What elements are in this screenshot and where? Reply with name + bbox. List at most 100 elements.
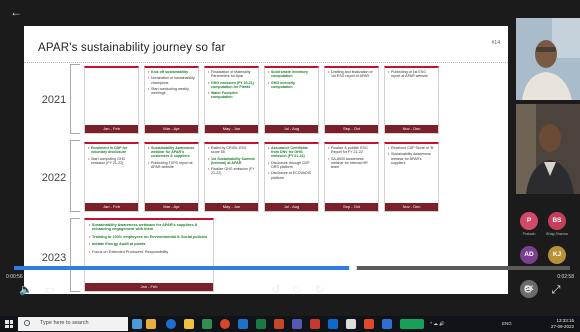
video-area[interactable]: ← APAR's sustainability journey so far #…	[0, 0, 580, 316]
milestone-item: Training to 100% employees on Environmen…	[89, 235, 209, 240]
month-label: Mar - Apr	[145, 203, 198, 211]
search-placeholder: Type here to search	[40, 320, 89, 326]
milestone-list: Enrolment in CDP for voluntary disclosur…	[85, 144, 138, 165]
app-icon[interactable]	[382, 319, 392, 329]
video-progress-bar[interactable]	[14, 264, 570, 272]
app-icon[interactable]	[346, 319, 356, 329]
excel-icon[interactable]	[256, 319, 266, 329]
milestone-item: Sustainability Awareness webinars for AP…	[89, 223, 209, 232]
rewind-10-icon[interactable]: ↺	[268, 284, 284, 296]
teams-icon[interactable]	[292, 319, 302, 329]
participant-avatar[interactable]: P	[520, 212, 538, 230]
month-label: Nov - Dec	[385, 203, 438, 211]
milestone-item: Solid waste inventory computation	[268, 70, 316, 78]
search-icon	[24, 320, 30, 326]
milestone-list: Assurance Certificate from DNV for GHG e…	[265, 144, 318, 180]
settings-icon[interactable]: ⚙	[520, 284, 536, 296]
milestone-item: Initiate Energy Audit at plants	[89, 242, 209, 247]
milestone-item: Received CDP Score of 'B'	[388, 146, 436, 150]
month-label: Nov - Dec	[385, 125, 438, 133]
task-view-icon[interactable]	[132, 319, 142, 329]
milestone-item: Publishing of 1st ESG report at APAR web…	[388, 70, 436, 78]
chrome-icon[interactable]	[220, 319, 230, 329]
clock-date: 27-09-2022	[550, 323, 574, 329]
play-icon[interactable]: ▷	[290, 284, 306, 296]
milestone-item: Start conducting weekly meetings	[148, 87, 196, 95]
milestone-item: SA-8000 Awareness webinar for internal H…	[328, 157, 376, 170]
participant-name: Bhag Sharma	[546, 232, 568, 236]
timeline-card: Kick off sustainability Nomination of sus…	[144, 66, 199, 134]
milestone-item: Nomination of sustainability champions	[148, 76, 196, 84]
taskbar-search-box[interactable]: Type here to search	[18, 317, 128, 331]
milestone-item: Sustainability Awareness webinar for APA…	[148, 146, 196, 159]
month-label: May - Jun	[205, 203, 258, 211]
participant-video-1[interactable]	[516, 18, 580, 100]
timeline-card: Finalize & publish ESG Report for FY 21-…	[324, 142, 379, 212]
tray-icons[interactable]: ^ ☁ 🔊	[430, 321, 445, 327]
timeline-card: Publishing of 1st ESG report at APAR web…	[384, 66, 439, 134]
milestone-list: Finalize & publish ESG Report for FY 21-…	[325, 144, 378, 169]
timeline-card-2023: Sustainability Awareness webinars for AP…	[84, 218, 214, 292]
participant-avatar[interactable]: AD	[520, 246, 538, 264]
milestone-list: Publishing of 1st ESG report at APAR web…	[385, 68, 438, 78]
fullscreen-icon[interactable]: ⤢	[548, 284, 564, 296]
powerpoint-icon[interactable]	[274, 319, 284, 329]
app-icon[interactable]	[202, 319, 212, 329]
month-label: Jan - Feb	[85, 125, 138, 133]
volume-icon[interactable]: 🔈	[18, 284, 34, 296]
language-indicator[interactable]: ENG	[502, 321, 512, 326]
milestone-list: Drafting and finalization of 1st ESG rep…	[325, 68, 378, 78]
month-label: Sep - Oct	[325, 203, 378, 211]
app-icon[interactable]	[146, 319, 156, 329]
month-label: Jul - Aug	[265, 125, 318, 133]
screen: ← APAR's sustainability journey so far #…	[0, 0, 580, 332]
person-video-icon-2	[516, 104, 580, 194]
file-explorer-icon[interactable]	[184, 319, 194, 329]
month-label: Jan - Feb	[85, 203, 138, 211]
back-arrow-icon[interactable]: ←	[10, 6, 22, 18]
participant-video-2[interactable]	[516, 104, 580, 194]
milestone-item: Kick off sustainability	[148, 70, 196, 74]
slide-number: #14	[491, 40, 500, 46]
milestone-item: Publishing TCFD report at APAR website	[148, 161, 196, 169]
participant-avatar[interactable]: BS	[548, 212, 566, 230]
clock[interactable]: 13:33:16 27-09-2022	[551, 318, 574, 329]
windows-start-icon[interactable]	[5, 320, 13, 328]
milestone-item: Focus on Extended Producers' Responsibil…	[89, 250, 209, 255]
month-label: Jul - Aug	[265, 203, 318, 211]
participant-avatar[interactable]: KJ	[548, 246, 566, 264]
milestone-item: Finalization of Materiality Parameters f…	[208, 70, 256, 78]
word-icon[interactable]	[238, 319, 248, 329]
timeline-card: Drafting and finalization of 1st ESG rep…	[324, 66, 379, 134]
milestone-list: Rated by CRISIL ESG score 55 1st Sustaina…	[205, 144, 258, 176]
milestone-item: Finalize GHG emission (FY 21-22)	[208, 167, 256, 175]
milestone-item: Assurance Certificate from DNV for GHG e…	[268, 146, 316, 159]
milestone-item: Sustainability Awareness webinar for APA…	[388, 152, 436, 165]
captions-icon[interactable]: ▭	[42, 284, 58, 296]
month-label: May - Jun	[205, 125, 258, 133]
progress-fill	[14, 266, 354, 270]
milestone-list: Sustainability Awareness webinars for AP…	[85, 220, 213, 260]
milestone-item: Disclosure through CDP ORS platform	[268, 161, 316, 169]
outlook-icon[interactable]	[328, 319, 338, 329]
milestone-item: Drafting and finalization of 1st ESG rep…	[328, 70, 376, 78]
milestone-list: Solid waste inventory computation GHG int…	[265, 68, 318, 89]
acrobat-icon[interactable]	[310, 319, 320, 329]
milestone-item: GHG emission (FY 20-21) computation for …	[208, 81, 256, 89]
participant-name: Prakash	[522, 232, 536, 236]
milestone-item: Rated by CRISIL ESG score 55	[208, 146, 256, 154]
slide-title: APAR's sustainability journey so far	[38, 42, 226, 54]
battery-indicator[interactable]	[400, 319, 424, 329]
milestone-item: 1st Sustainability Summit (Internal) at …	[208, 157, 256, 165]
milestone-list: Finalization of Materiality Parameters f…	[205, 68, 258, 100]
time-total: 0:02:58	[557, 274, 574, 280]
timeline-card: Sustainability Awareness webinar for APA…	[144, 142, 199, 212]
edge-browser-icon[interactable]	[166, 319, 176, 329]
month-label: Sep - Oct	[325, 125, 378, 133]
presentation-slide: APAR's sustainability journey so far #14…	[24, 26, 508, 294]
month-label: Mar - Apr	[145, 125, 198, 133]
app-icon[interactable]	[364, 319, 374, 329]
month-label: Jan - Feb	[85, 283, 213, 291]
forward-10-icon[interactable]: ↻	[312, 284, 328, 296]
timeline-card: Rated by CRISIL ESG score 55 1st Sustaina…	[204, 142, 259, 212]
